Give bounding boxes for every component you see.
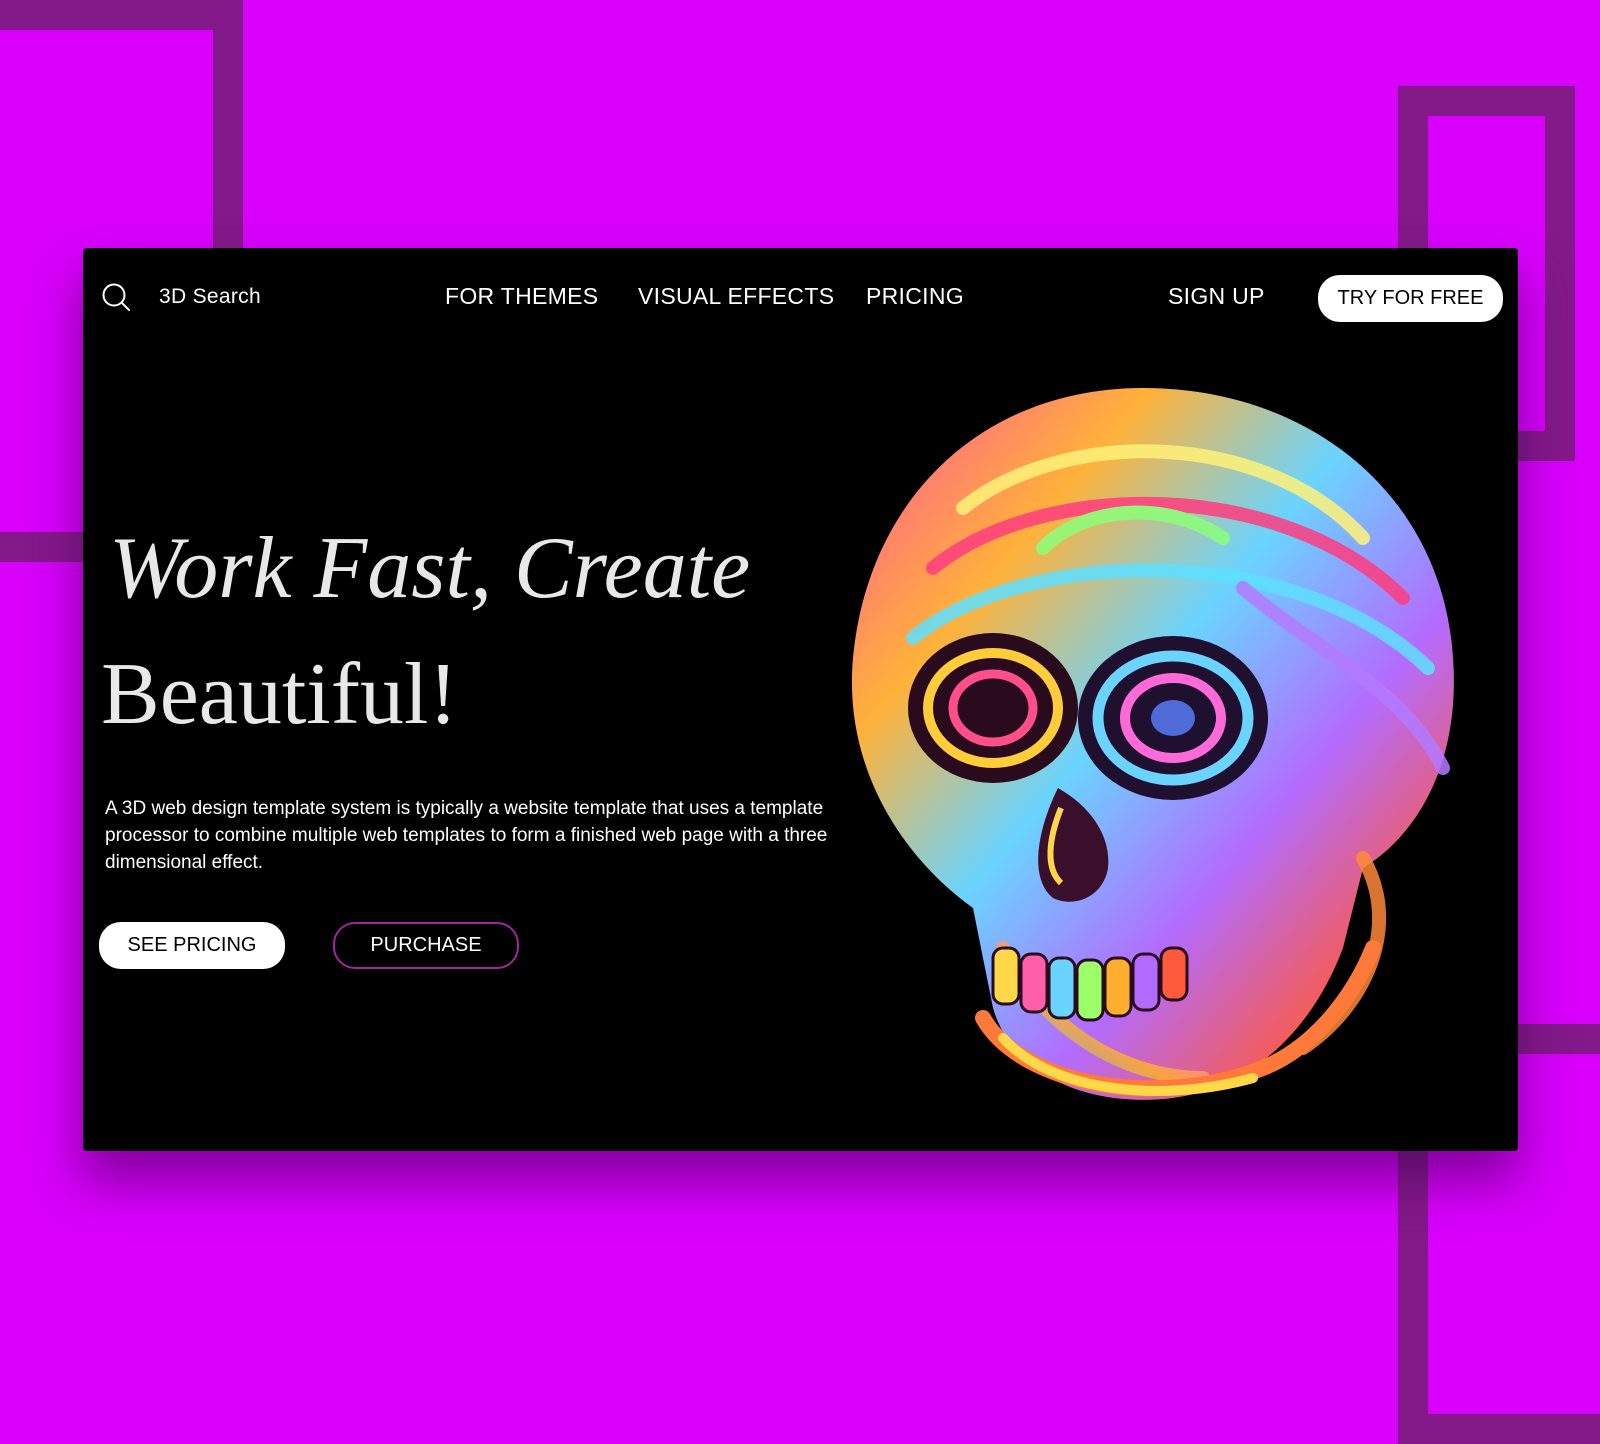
try-for-free-label: TRY FOR FREE (1337, 287, 1484, 309)
purchase-label: PURCHASE (370, 934, 482, 956)
nav-link-for-themes[interactable]: FOR THEMES (445, 283, 598, 310)
see-pricing-button[interactable]: SEE PRICING (99, 922, 285, 969)
nav-link-visual-effects[interactable]: VISUAL EFFECTS (638, 283, 834, 310)
see-pricing-label: SEE PRICING (127, 934, 257, 956)
hero-headline-line2: Beautiful! (101, 646, 458, 743)
hero-description: A 3D web design template system is typic… (105, 798, 828, 873)
hero-headline-line1: Work Fast, Create (109, 520, 751, 617)
try-for-free-button[interactable]: TRY FOR FREE (1318, 275, 1503, 322)
rainbow-skull-illustration (851, 388, 1454, 1100)
purchase-button[interactable]: PURCHASE (333, 922, 519, 969)
search-label[interactable]: 3D Search (159, 285, 261, 309)
nav-link-pricing[interactable]: PRICING (866, 283, 964, 310)
signup-link[interactable]: SIGN UP (1168, 283, 1265, 310)
search-icon[interactable] (101, 282, 131, 312)
landing-card: 3D Search FOR THEMES VISUAL EFFECTS PRIC… (83, 248, 1518, 1151)
